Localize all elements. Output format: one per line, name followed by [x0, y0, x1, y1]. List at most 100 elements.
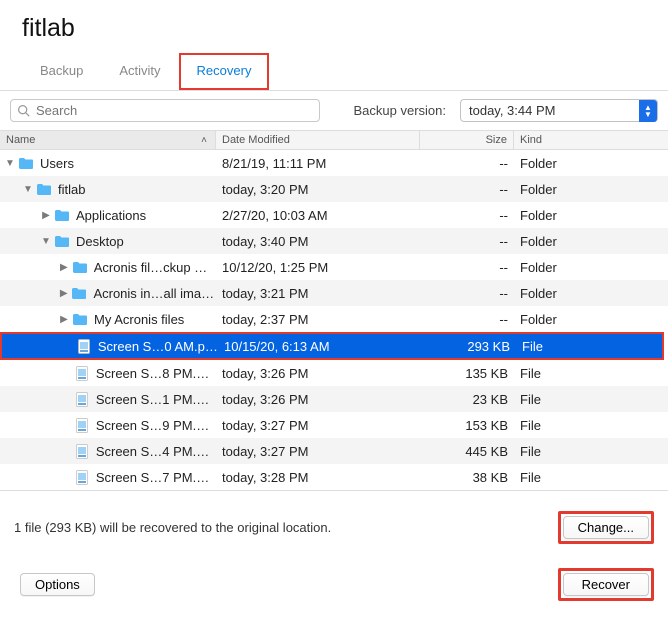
- item-kind: File: [514, 392, 668, 407]
- folder-icon: [54, 208, 70, 222]
- item-kind: Folder: [514, 234, 668, 249]
- table-header: Name ˄ Date Modified Size Kind: [0, 130, 668, 150]
- item-size: --: [420, 182, 514, 197]
- tab-activity[interactable]: Activity: [101, 53, 178, 90]
- item-kind: Folder: [514, 312, 668, 327]
- item-name: Screen S…1 PM.png: [96, 392, 216, 407]
- item-size: 153 KB: [420, 418, 514, 433]
- item-date: today, 3:26 PM: [216, 392, 420, 407]
- search-input[interactable]: [34, 102, 313, 119]
- sort-asc-icon: ˄: [201, 135, 207, 146]
- disclosure-closed-icon[interactable]: ▶: [58, 288, 69, 299]
- item-size: 135 KB: [420, 366, 514, 381]
- item-date: today, 2:37 PM: [216, 312, 420, 327]
- item-date: 10/15/20, 6:13 AM: [218, 339, 422, 354]
- item-date: today, 3:26 PM: [216, 366, 420, 381]
- column-kind[interactable]: Kind: [514, 131, 668, 149]
- backup-version-select[interactable]: today, 3:44 PM ▲▼: [460, 99, 658, 122]
- disclosure-open-icon[interactable]: ▼: [40, 236, 52, 247]
- options-button[interactable]: Options: [20, 573, 95, 596]
- disclosure-closed-icon[interactable]: ▶: [40, 210, 52, 221]
- tab-recovery[interactable]: Recovery: [179, 53, 270, 90]
- image-file-icon: [74, 392, 90, 406]
- folder-icon: [72, 260, 88, 274]
- column-name[interactable]: Name ˄: [0, 131, 216, 149]
- search-field[interactable]: [10, 99, 320, 122]
- tab-bar: Backup Activity Recovery: [22, 53, 646, 90]
- selected-row-highlight: Screen S…0 AM.png10/15/20, 6:13 AM293 KB…: [0, 332, 664, 360]
- item-kind: Folder: [514, 182, 668, 197]
- item-size: --: [420, 234, 514, 249]
- item-name: Screen S…0 AM.png: [98, 339, 218, 354]
- folder-row[interactable]: ▼ Desktop today, 3:40 PM--Folder: [0, 228, 668, 254]
- recover-button[interactable]: Recover: [563, 573, 649, 596]
- file-row[interactable]: Screen S…1 PM.pngtoday, 3:26 PM23 KBFile: [0, 386, 668, 412]
- item-size: 23 KB: [420, 392, 514, 407]
- file-row[interactable]: Screen S…7 PM.pngtoday, 3:28 PM38 KBFile: [0, 464, 668, 490]
- item-date: today, 3:40 PM: [216, 234, 420, 249]
- folder-row[interactable]: ▼Users8/21/19, 11:11 PM--Folder: [0, 150, 668, 176]
- item-size: --: [420, 156, 514, 171]
- folder-row[interactable]: ▶ My Acronis files today, 2:37 PM--Folder: [0, 306, 668, 332]
- folder-row[interactable]: ▶Acronis fil…ckup Mac10/12/20, 1:25 PM--…: [0, 254, 668, 280]
- item-size: --: [420, 260, 514, 275]
- folder-icon: [18, 156, 34, 170]
- item-kind: File: [514, 418, 668, 433]
- item-kind: File: [516, 339, 662, 354]
- item-name: Acronis fil…ckup Mac: [94, 260, 216, 275]
- file-row[interactable]: Screen S…9 PM.pngtoday, 3:27 PM153 KBFil…: [0, 412, 668, 438]
- select-arrows-icon: ▲▼: [639, 100, 657, 122]
- item-size: --: [420, 312, 514, 327]
- item-size: 293 KB: [422, 339, 516, 354]
- column-size[interactable]: Size: [420, 131, 514, 149]
- item-date: today, 3:28 PM: [216, 470, 420, 485]
- disclosure-closed-icon[interactable]: ▶: [58, 262, 70, 273]
- image-file-icon: [74, 366, 90, 380]
- item-name: My Acronis files: [94, 312, 184, 327]
- image-file-icon: [74, 444, 90, 458]
- file-row[interactable]: Screen S…8 PM.pngtoday, 3:26 PM135 KBFil…: [0, 360, 668, 386]
- item-size: 38 KB: [420, 470, 514, 485]
- item-name: Applications: [76, 208, 146, 223]
- item-date: today, 3:27 PM: [216, 444, 420, 459]
- item-size: --: [420, 286, 514, 301]
- folder-row[interactable]: ▶Acronis in…all imagestoday, 3:21 PM--Fo…: [0, 280, 668, 306]
- backup-version-label: Backup version:: [354, 103, 447, 118]
- item-kind: File: [514, 366, 668, 381]
- item-size: 445 KB: [420, 444, 514, 459]
- item-name: fitlab: [58, 182, 85, 197]
- item-name: Screen S…9 PM.png: [96, 418, 216, 433]
- disclosure-open-icon[interactable]: ▼: [4, 158, 16, 169]
- item-kind: Folder: [514, 260, 668, 275]
- item-name: Screen S…7 PM.png: [96, 470, 216, 485]
- tab-backup[interactable]: Backup: [22, 53, 101, 90]
- item-name: Acronis in…all images: [93, 286, 216, 301]
- folder-icon: [72, 312, 88, 326]
- image-file-icon: [74, 418, 90, 432]
- item-kind: File: [514, 444, 668, 459]
- item-name: Desktop: [76, 234, 124, 249]
- file-tree[interactable]: ▼Users8/21/19, 11:11 PM--Folder▼fitlabto…: [0, 150, 668, 490]
- folder-row[interactable]: ▶Applications2/27/20, 10:03 AM--Folder: [0, 202, 668, 228]
- search-icon: [17, 104, 30, 117]
- folder-row[interactable]: ▼fitlabtoday, 3:20 PM--Folder: [0, 176, 668, 202]
- item-name: Screen S…8 PM.png: [96, 366, 216, 381]
- change-button[interactable]: Change...: [563, 516, 649, 539]
- folder-icon: [54, 234, 70, 248]
- disclosure-closed-icon[interactable]: ▶: [58, 314, 70, 325]
- item-kind: Folder: [514, 208, 668, 223]
- column-date[interactable]: Date Modified: [216, 131, 420, 149]
- item-size: --: [420, 208, 514, 223]
- folder-icon: [71, 286, 87, 300]
- file-row[interactable]: Screen S…4 PM.pngtoday, 3:27 PM445 KBFil…: [0, 438, 668, 464]
- disclosure-open-icon[interactable]: ▼: [22, 184, 34, 195]
- file-row[interactable]: Screen S…0 AM.png10/15/20, 6:13 AM293 KB…: [2, 334, 662, 358]
- page-title: fitlab: [22, 14, 646, 43]
- item-name: Screen S…4 PM.png: [96, 444, 216, 459]
- image-file-icon: [76, 339, 92, 353]
- item-kind: Folder: [514, 286, 668, 301]
- item-date: today, 3:27 PM: [216, 418, 420, 433]
- backup-version-value: today, 3:44 PM: [469, 103, 555, 118]
- change-button-highlight: Change...: [558, 511, 654, 544]
- recovery-status: 1 file (293 KB) will be recovered to the…: [14, 520, 331, 535]
